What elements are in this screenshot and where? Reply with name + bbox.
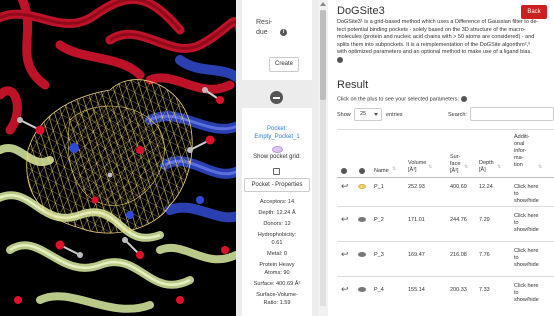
prop-surface: Surface: 400.69 Å² (253, 281, 301, 287)
search-label: Search: (448, 112, 467, 118)
cell-surface: 244.76 (450, 217, 467, 223)
create-button[interactable]: Create (269, 57, 299, 72)
result-hint: Click on the plus to see your selected p… (337, 96, 467, 102)
row-divider (337, 241, 554, 242)
table-header-border (337, 177, 554, 178)
control-panel: Resi- due i Create Pocket: Empty_Pocket_… (236, 0, 318, 316)
reply-icon[interactable]: ↩ (341, 250, 349, 259)
back-button[interactable]: Back (521, 5, 547, 19)
residue-label: Resi- due (256, 19, 273, 36)
show-hide-link[interactable]: Click here to show/hide (514, 213, 539, 234)
pocket-title: Pocket: (266, 126, 287, 132)
reply-icon[interactable]: ↩ (341, 182, 349, 191)
cell-name: P_2 (374, 217, 384, 223)
sort-icon[interactable]: ⇅ (464, 164, 468, 170)
cell-depth: 7.29 (479, 217, 490, 223)
prop-sv-ratio-label: Surface-Volume- (256, 292, 298, 298)
expand-plus-icon[interactable] (337, 56, 343, 63)
results-panel: DoGSite3 Back DoGSite3¹ is a grid-based … (328, 0, 554, 316)
prop-heavy-atoms-value: Atoms: 90 (264, 270, 290, 276)
sort-icon[interactable]: ⇅ (392, 166, 396, 172)
cell-surface: 400.69 (450, 184, 467, 190)
show-grid-checkbox[interactable] (273, 168, 280, 175)
search-input[interactable] (470, 107, 554, 121)
prop-depth: Depth: 12.24 Å (258, 210, 296, 216)
molecule-render (0, 0, 236, 316)
th-name[interactable]: Name (374, 168, 389, 175)
show-label: Show (337, 112, 351, 118)
prop-hydrophobicity-label: Hydrophobicity: (257, 232, 297, 238)
scroll-up-icon[interactable] (320, 2, 326, 6)
cell-depth: 7.76 (479, 252, 490, 258)
pocket-name-link[interactable]: Empty_Pocket_1 (242, 133, 312, 141)
pocket-properties-button[interactable]: Pocket - Properties (244, 178, 310, 192)
sort-icon[interactable]: ⇅ (497, 164, 501, 170)
row-divider (337, 206, 554, 207)
reply-icon[interactable]: ↩ (341, 215, 349, 224)
show-hide-link[interactable]: Click here to show/hide (514, 248, 539, 269)
row-divider (337, 276, 554, 277)
sort-icon[interactable]: ⇅ (538, 164, 542, 170)
prop-metal: Metal: 0 (267, 251, 287, 257)
show-hide-link[interactable]: Click here to show/hide (514, 184, 539, 205)
pocket-visibility-icon[interactable] (358, 252, 366, 257)
info-icon[interactable]: i (280, 29, 287, 36)
cell-name: P_1 (374, 184, 384, 190)
reply-icon[interactable]: ↩ (341, 285, 349, 294)
cell-surface: 200.33 (450, 287, 467, 293)
show-grid-label: Show pocket grid: (253, 154, 301, 160)
prop-acceptors: Acceptors: 14 (259, 199, 295, 205)
th-surface[interactable]: Sur-face [Å²] (450, 154, 460, 175)
pocket-visibility-icon[interactable] (358, 217, 366, 222)
vertical-scrollbar[interactable] (318, 0, 328, 316)
show-hide-link[interactable]: Click here to show/hide (514, 283, 539, 304)
cell-depth: 7.33 (479, 287, 490, 293)
th-volume[interactable]: Volume [Å³] (408, 160, 426, 174)
table-top-border (337, 129, 554, 130)
pocket-visibility-icon[interactable] (358, 184, 366, 189)
th-additional-info[interactable]: Additi-onal infor-ma-tion (514, 134, 530, 169)
pocket-card: Pocket: Empty_Pocket_1 Show pocket grid:… (242, 108, 312, 316)
cell-name: P_4 (374, 287, 384, 293)
parameters-plus-icon[interactable] (460, 96, 467, 102)
cell-volume: 169.47 (408, 252, 425, 258)
prop-hydrophobicity-value: 0.61 (271, 240, 283, 246)
result-heading: Result (337, 79, 369, 91)
entries-select[interactable]: 25 (354, 108, 382, 121)
collapse-icon[interactable] (270, 91, 283, 104)
cell-name: P_3 (374, 252, 384, 258)
cell-depth: 12.24 (479, 184, 493, 190)
cell-volume: 171.01 (408, 217, 425, 223)
cell-surface: 216.08 (450, 252, 467, 258)
prop-heavy-atoms-label: Protein Heavy (259, 262, 295, 268)
molecule-viewer[interactable] (0, 0, 236, 316)
header-circle-icon (359, 168, 365, 174)
header-circle-icon (341, 168, 347, 174)
scroll-thumb[interactable] (320, 10, 326, 100)
description: DoGSite3¹ is a grid-based method which u… (337, 19, 549, 65)
cell-volume: 155.14 (408, 287, 425, 293)
pocket-visibility-icon[interactable] (358, 287, 366, 292)
page-title: DoGSite3 (337, 5, 385, 17)
prop-sv-ratio-value: Ratio: 1.59 (263, 300, 291, 306)
chevron-down-icon (374, 113, 378, 116)
sort-icon[interactable]: ⇅ (428, 164, 432, 170)
entries-label: entries (386, 112, 403, 118)
th-depth[interactable]: Depth [Å] (479, 160, 494, 174)
residue-section: Resi- due i Create (242, 0, 312, 80)
pocket-shape-icon (272, 146, 283, 153)
cell-volume: 252.93 (408, 184, 425, 190)
prop-donors: Donors: 12 (263, 221, 291, 227)
